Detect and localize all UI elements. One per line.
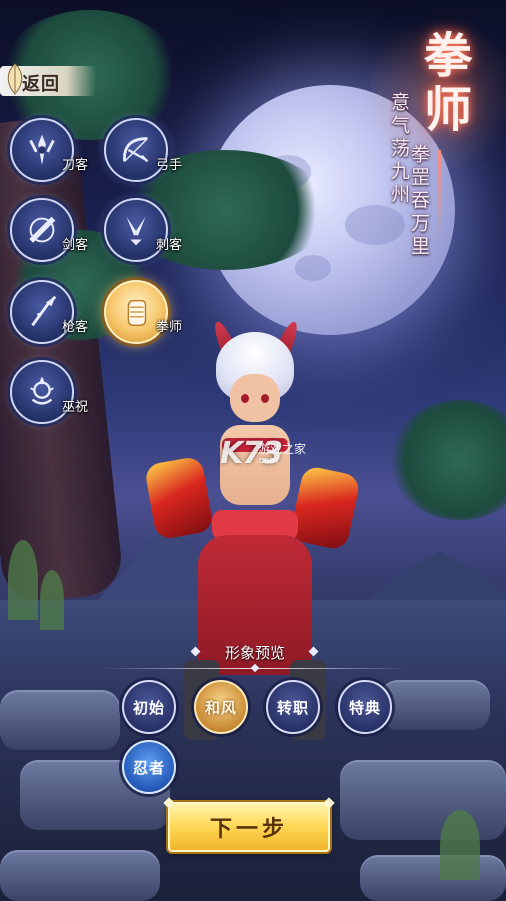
back-label: 返回: [22, 74, 60, 95]
grass: [40, 570, 64, 630]
spear-icon: [31, 295, 57, 327]
next-step-label: 下一步: [209, 816, 288, 842]
class-label: 巫祝: [62, 400, 89, 415]
skin-option-tedian[interactable]: 特典: [338, 680, 392, 734]
class-button-gongshou[interactable]: 弓手: [104, 118, 204, 182]
sword-icon: [29, 216, 56, 243]
class-label: 拳师: [156, 320, 183, 335]
rock: [0, 690, 120, 750]
class-button-daoke[interactable]: 刀客: [10, 118, 110, 182]
class-label: 枪客: [62, 320, 89, 335]
foliage: [390, 400, 506, 520]
rock: [380, 680, 490, 730]
class-button-qiangke[interactable]: 枪客: [10, 280, 110, 344]
rock: [340, 760, 506, 840]
grass: [8, 540, 38, 620]
class-button-jianke[interactable]: 剑客: [10, 198, 110, 262]
class-label: 剑客: [62, 238, 89, 253]
skin-option-initial[interactable]: 初始: [122, 680, 176, 734]
skin-option-ninja[interactable]: 忍者: [122, 740, 176, 794]
back-button[interactable]: 返回: [0, 62, 96, 98]
appearance-preview: 形象预览: [100, 638, 410, 673]
skin-option-wafu[interactable]: 和风: [194, 680, 248, 734]
watermark-sub: 游戏之家: [258, 442, 307, 456]
class-button-quanshi[interactable]: 拳师: [104, 280, 204, 344]
dagger-icon: [126, 216, 146, 246]
blade-icon: [29, 134, 55, 166]
class-label: 刀客: [62, 158, 89, 173]
bow-icon: [123, 137, 149, 163]
preview-label: 形象预览: [224, 644, 285, 662]
class-button-cike[interactable]: 刺客: [104, 198, 204, 262]
rock: [0, 850, 160, 901]
skin-option-zhuanzhi[interactable]: 转职: [266, 680, 320, 734]
class-button-wuzhu[interactable]: 巫祝: [10, 360, 110, 424]
class-title: 拳师: [415, 30, 471, 138]
rock: [360, 855, 506, 901]
class-label: 刺客: [156, 238, 183, 253]
class-label: 弓手: [156, 158, 183, 173]
class-title-area: 拳师 拳罡吞万里 意气荡九州: [370, 10, 506, 260]
hero-face: [230, 374, 280, 422]
hero-right-gauntlet: [288, 464, 362, 552]
grass: [440, 810, 480, 880]
hero-character: [143, 319, 362, 790]
watermark-url: .com: [256, 456, 279, 466]
watermark: K73 游戏之家 .com: [220, 436, 306, 471]
title-poem-line2: 意气荡九州: [388, 92, 410, 207]
hero-left-gauntlet: [143, 455, 215, 541]
fist-icon: [127, 299, 147, 327]
spirit-flame-icon: [30, 376, 54, 405]
next-step-button[interactable]: 下一步: [163, 797, 335, 852]
